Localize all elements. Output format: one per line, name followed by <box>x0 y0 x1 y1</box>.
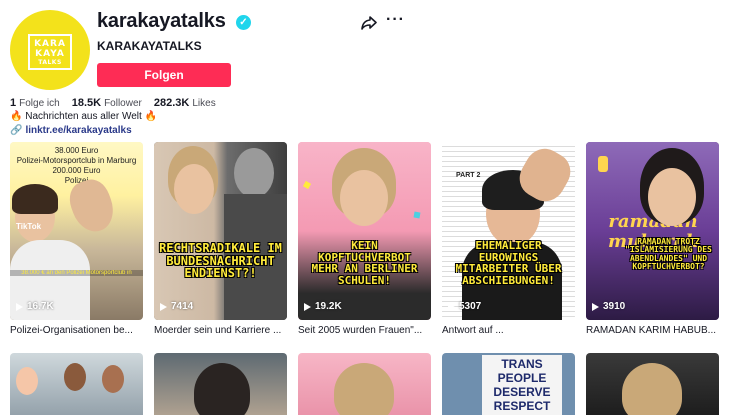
video-tile[interactable] <box>298 353 431 415</box>
hijab <box>194 363 250 415</box>
protest-sign: TRANS PEOPLE DESERVE RESPECT <box>482 355 562 415</box>
video-caption[interactable]: Seit 2005 wurden Frauen"... <box>298 325 431 336</box>
share-icon[interactable] <box>361 15 377 31</box>
play-icon <box>448 302 455 311</box>
video-caption[interactable]: Moerder sein und Karriere ... <box>154 325 287 336</box>
profile-bio: 🔥 Nachrichten aus aller Welt 🔥 <box>10 111 157 122</box>
video-tile[interactable] <box>154 353 287 415</box>
view-count: 16.7K <box>16 301 54 312</box>
profile-username: karakayatalks <box>97 10 226 32</box>
person-hair <box>12 184 58 214</box>
avatar[interactable]: KARA KAYA TALKS <box>10 10 90 90</box>
lantern-icon <box>598 156 608 172</box>
profile-nickname: KARAKAYATALKS <box>97 39 202 53</box>
video-tile[interactable]: 38.000 Euro Polizei-Motorsportclub in Ma… <box>10 142 143 320</box>
play-icon <box>160 302 167 311</box>
play-icon <box>16 302 23 311</box>
profile-link-text[interactable]: linktr.ee/karakayatalks <box>25 125 131 136</box>
following-count[interactable]: 1 Folge ich <box>10 97 60 109</box>
view-count: 3910 <box>592 301 625 312</box>
historical-photo-figure <box>234 148 274 198</box>
overlay-text: 38.000 Euro Polizei-Motorsportclub in Ma… <box>16 146 137 185</box>
video-caption[interactable]: Antwort auf ... <box>442 325 575 336</box>
bottom-overlay-text: 38.000 € an den Polizei Motorsportclub i… <box>10 270 143 276</box>
video-tile[interactable] <box>586 353 719 415</box>
video-tile[interactable]: KEIN KOPFTUCHVERBOT MEHR AN BERLINER SCH… <box>298 142 431 320</box>
profile-stats: 1 Folge ich 18.5K Follower 282.3K Likes <box>10 97 216 109</box>
person-face <box>102 365 124 393</box>
followers-count[interactable]: 18.5K Follower <box>72 97 142 109</box>
tiktok-watermark: TikTok <box>16 222 42 231</box>
overlay-text: RECHTSRADIKALE IM BUNDESNACHRICHT ENDIEN… <box>159 241 282 281</box>
person-face <box>64 363 86 391</box>
person-face <box>174 164 214 214</box>
more-options-icon[interactable]: ··· <box>386 12 404 31</box>
video-caption[interactable]: RAMADAN KARIM HABUB... <box>586 325 719 336</box>
hijab <box>334 363 394 415</box>
overlay-text: EHEMALIGER EUROWINGS MITARBEITER ÜBER AB… <box>455 239 562 287</box>
view-count: 7414 <box>160 301 193 312</box>
likes-count: 282.3K Likes <box>153 97 216 109</box>
video-tile[interactable]: PART 2 EHEMALIGER EUROWINGS MITARBEITER … <box>442 142 575 320</box>
view-count: 19.2K <box>304 301 342 312</box>
video-caption[interactable]: Polizei-Organisationen be... <box>10 325 143 336</box>
person-face <box>648 168 696 226</box>
link-icon: 🔗 <box>10 125 23 136</box>
profile-link[interactable]: 🔗 linktr.ee/karakayatalks <box>10 125 132 136</box>
video-tile[interactable]: ramadan mubarak RAMADAN TROTZ "ISLAMISIE… <box>586 142 719 320</box>
person-face <box>340 170 388 226</box>
view-count: 5307 <box>448 301 481 312</box>
overlay-text: RAMADAN TROTZ "ISLAMISIERUNG DES ABENDLA… <box>625 237 712 272</box>
follow-button[interactable]: Folgen <box>97 63 231 87</box>
document-part-label: PART 2 <box>456 172 481 179</box>
person-face <box>16 367 38 395</box>
video-tile[interactable] <box>10 353 143 415</box>
verified-badge-icon: ✓ <box>236 15 251 30</box>
hijab <box>622 363 682 415</box>
overlay-text: KEIN KOPFTUCHVERBOT MEHR AN BERLINER SCH… <box>311 239 418 287</box>
avatar-logo: KARA KAYA TALKS <box>28 34 72 70</box>
confetti <box>413 211 421 219</box>
video-tile[interactable]: RECHTSRADIKALE IM BUNDESNACHRICHT ENDIEN… <box>154 142 287 320</box>
play-icon <box>592 302 599 311</box>
play-icon <box>304 302 311 311</box>
video-tile[interactable]: TRANS PEOPLE DESERVE RESPECT <box>442 353 575 415</box>
